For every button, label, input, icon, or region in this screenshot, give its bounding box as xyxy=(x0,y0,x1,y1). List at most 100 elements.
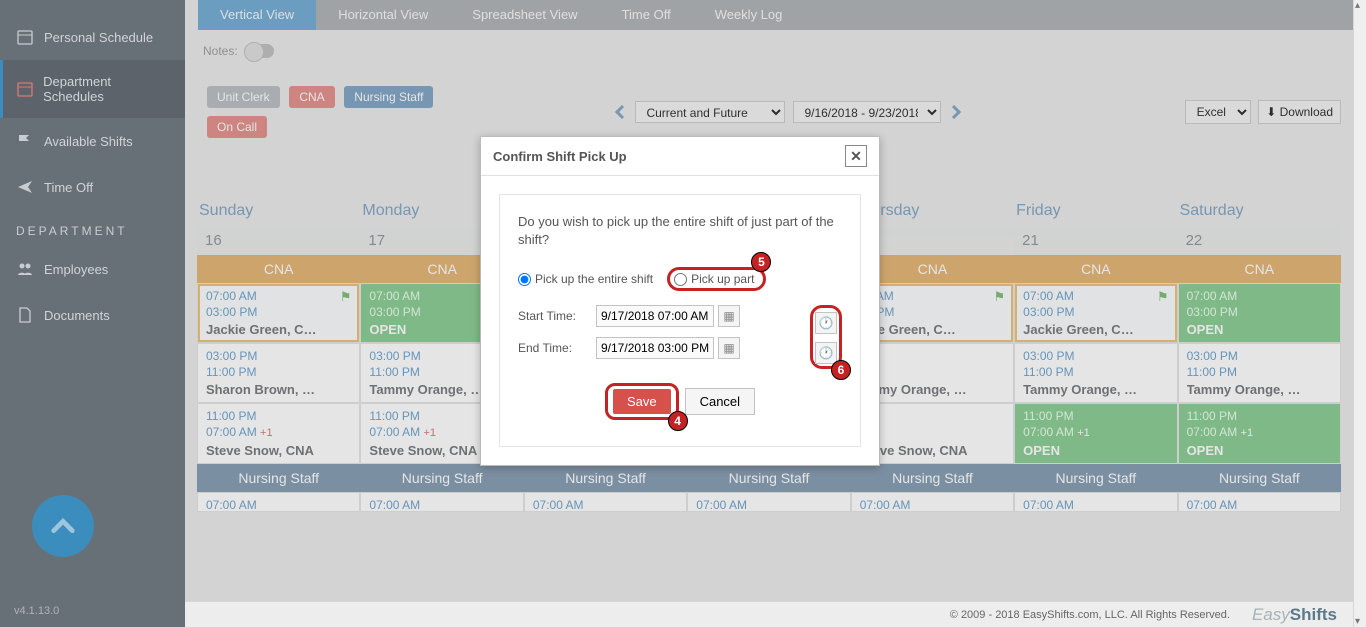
group-header-nursing: Nursing Staff xyxy=(197,464,360,492)
calendar-picker-button[interactable]: ▦ xyxy=(718,337,740,359)
shift-cell[interactable]: 07:00 AM xyxy=(1014,492,1177,512)
annotation-badge-6: 6 xyxy=(831,360,851,380)
day-number: 21 xyxy=(1014,226,1177,255)
end-time-input[interactable] xyxy=(596,337,714,359)
clock-picker-button[interactable]: 🕐 xyxy=(815,312,837,334)
save-button[interactable]: Save xyxy=(613,389,671,414)
start-time-label: Start Time: xyxy=(518,309,596,323)
shift-cell[interactable]: ⚑07:00 AM03:00 PMJackie Green, C… xyxy=(197,283,360,343)
scroll-to-top-button[interactable] xyxy=(32,495,94,557)
tab-time-off[interactable]: Time Off xyxy=(600,0,693,30)
export-controls: Excel ⬇ Download xyxy=(1181,100,1341,124)
prev-week-button[interactable] xyxy=(609,101,631,123)
close-button[interactable]: ✕ xyxy=(845,145,867,167)
sidebar-section-department: DEPARTMENT xyxy=(0,210,185,246)
dialog-titlebar: Confirm Shift Pick Up ✕ xyxy=(481,137,879,176)
sidebar-item-documents[interactable]: Documents xyxy=(0,292,185,338)
confirm-shift-pickup-dialog: Confirm Shift Pick Up ✕ Do you wish to p… xyxy=(480,136,880,466)
sidebar-item-label: Employees xyxy=(44,262,108,277)
end-time-label: End Time: xyxy=(518,341,596,355)
sidebar-item-department-schedules[interactable]: Department Schedules xyxy=(0,60,185,118)
tab-vertical-view[interactable]: Vertical View xyxy=(198,0,316,30)
notes-label: Notes: xyxy=(203,44,238,58)
flag-icon: ⚑ xyxy=(340,289,352,305)
shift-cell[interactable]: 07:00 AM xyxy=(1178,492,1341,512)
version-label: v4.1.13.0 xyxy=(14,605,59,617)
filter-bar: Unit Clerk CNA Nursing Staff On Call Cur… xyxy=(207,86,1341,138)
group-header-nursing: Nursing Staff xyxy=(851,464,1014,492)
notes-toggle[interactable] xyxy=(244,44,274,58)
footer: © 2009 - 2018 EasyShifts.com, LLC. All R… xyxy=(185,601,1353,627)
sidebar-item-label: Time Off xyxy=(44,180,93,195)
sidebar-item-personal-schedule[interactable]: Personal Schedule xyxy=(0,14,185,60)
calendar-icon: ▦ xyxy=(723,341,734,355)
daterange-select[interactable]: 9/16/2018 - 9/23/2018 xyxy=(793,101,941,123)
day-number: 16 xyxy=(197,226,360,255)
sidebar-item-label: Department Schedules xyxy=(43,74,169,104)
chip-unit-clerk[interactable]: Unit Clerk xyxy=(207,86,280,108)
highlighted-radio-pickup-part: Pick up part 5 xyxy=(667,267,766,291)
chip-on-call[interactable]: On Call xyxy=(207,116,267,138)
sidebar-item-label: Documents xyxy=(44,308,110,323)
chip-cna[interactable]: CNA xyxy=(289,86,334,108)
export-format-select[interactable]: Excel xyxy=(1185,100,1251,124)
easyshifts-logo: EasyShifts xyxy=(1252,605,1337,625)
group-header-nursing: Nursing Staff xyxy=(1178,464,1341,492)
radio-pickup-part-input[interactable] xyxy=(674,273,687,286)
shift-cell[interactable]: 07:00 AM xyxy=(524,492,687,512)
next-week-button[interactable] xyxy=(945,101,967,123)
highlighted-clock-buttons: 🕐 🕐 6 xyxy=(810,305,842,369)
group-header-nursing: Nursing Staff xyxy=(1014,464,1177,492)
tab-weekly-log[interactable]: Weekly Log xyxy=(693,0,805,30)
highlighted-save-button: Save 4 xyxy=(605,383,679,420)
shift-cell[interactable]: 11:00 PM07:00 AM +1Steve Snow, CNA xyxy=(197,403,360,463)
document-icon xyxy=(16,306,34,324)
calendar-icon: ▦ xyxy=(723,309,734,323)
group-header-cna: CNA xyxy=(197,255,360,283)
shift-cell[interactable]: 11:00 PM07:00 AM +1OPEN xyxy=(1014,403,1177,463)
group-header-cna: CNA xyxy=(1178,255,1341,283)
calendar-icon xyxy=(16,80,33,98)
flag-icon xyxy=(16,132,34,150)
shift-cell[interactable]: 07:00 AM xyxy=(197,492,360,512)
shift-cell[interactable]: 07:00 AM xyxy=(851,492,1014,512)
annotation-badge-4: 4 xyxy=(668,411,688,431)
download-button[interactable]: ⬇ Download xyxy=(1258,100,1341,124)
vertical-scrollbar[interactable] xyxy=(1353,0,1366,627)
sidebar-item-employees[interactable]: Employees xyxy=(0,246,185,292)
view-tabs: Vertical View Horizontal View Spreadshee… xyxy=(198,0,1353,30)
clock-picker-button[interactable]: 🕐 xyxy=(815,342,837,364)
close-icon: ✕ xyxy=(850,148,862,165)
shift-cell[interactable]: 03:00 PM11:00 PMSharon Brown, … xyxy=(197,343,360,403)
range-select[interactable]: Current and Future xyxy=(635,101,785,123)
dialog-question: Do you wish to pick up the entire shift … xyxy=(518,213,842,249)
radio-pickup-part[interactable]: Pick up part xyxy=(674,272,754,286)
plane-icon xyxy=(16,178,34,196)
sidebar: Personal Schedule Department Schedules A… xyxy=(0,0,185,627)
radio-entire-shift-input[interactable] xyxy=(518,273,531,286)
shift-cell[interactable]: 03:00 PM11:00 PMTammy Orange, … xyxy=(1178,343,1341,403)
download-icon: ⬇ xyxy=(1266,105,1279,119)
chip-nursing-staff[interactable]: Nursing Staff xyxy=(344,86,433,108)
sidebar-item-time-off[interactable]: Time Off xyxy=(0,164,185,210)
shift-cell[interactable]: 03:00 PM11:00 PMTammy Orange, … xyxy=(1014,343,1177,403)
tab-spreadsheet-view[interactable]: Spreadsheet View xyxy=(450,0,599,30)
sidebar-item-available-shifts[interactable]: Available Shifts xyxy=(0,118,185,164)
cancel-button[interactable]: Cancel xyxy=(685,388,755,415)
start-time-input[interactable] xyxy=(596,305,714,327)
clock-icon: 🕐 xyxy=(819,316,834,330)
calendar-picker-button[interactable]: ▦ xyxy=(718,305,740,327)
clock-icon: 🕐 xyxy=(819,346,834,360)
shift-cell[interactable]: ⚑07:00 AM03:00 PMJackie Green, C… xyxy=(1014,283,1177,343)
tab-horizontal-view[interactable]: Horizontal View xyxy=(316,0,450,30)
shift-cell[interactable]: 07:00 AM xyxy=(687,492,850,512)
shift-cell[interactable]: 07:00 AM xyxy=(360,492,523,512)
shift-cell[interactable]: 11:00 PM07:00 AM +1OPEN xyxy=(1178,403,1341,463)
day-name: Friday xyxy=(1014,202,1177,226)
shift-cell[interactable]: 07:00 AM03:00 PMOPEN xyxy=(1178,283,1341,343)
radio-entire-shift[interactable]: Pick up the entire shift xyxy=(518,272,653,286)
group-header-nursing: Nursing Staff xyxy=(360,464,523,492)
group-header-nursing: Nursing Staff xyxy=(687,464,850,492)
group-header-cna: CNA xyxy=(1014,255,1177,283)
date-control: Current and Future 9/16/2018 - 9/23/2018 xyxy=(609,101,967,123)
